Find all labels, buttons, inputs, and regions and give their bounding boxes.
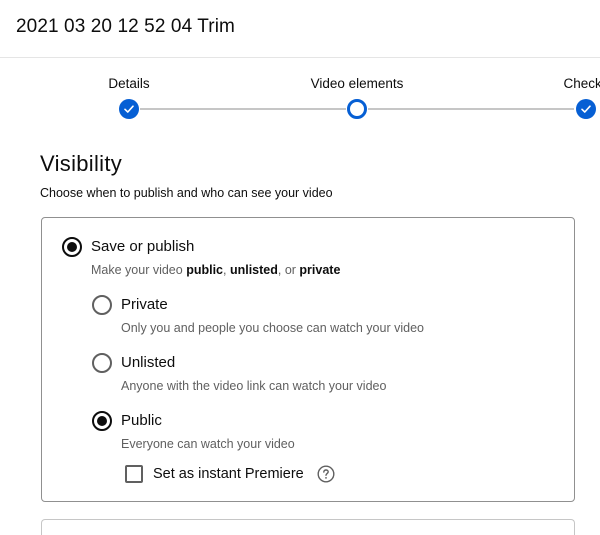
private-radio[interactable] [92, 295, 112, 315]
step-checks-check-icon[interactable] [576, 99, 596, 119]
desc-public: public [186, 263, 223, 277]
unlisted-radio[interactable] [92, 353, 112, 373]
step-label-details[interactable]: Details [108, 76, 149, 91]
step-label-checks[interactable]: Checks [563, 76, 600, 91]
instant-premiere-checkbox[interactable] [125, 465, 143, 483]
desc-private: private [299, 263, 341, 277]
step-connector [368, 108, 574, 110]
public-label[interactable]: Public [121, 412, 162, 429]
private-desc: Only you and people you choose can watch… [121, 321, 424, 335]
help-circle-icon[interactable] [317, 465, 335, 483]
save-or-publish-radio[interactable] [62, 237, 82, 257]
private-label[interactable]: Private [121, 296, 168, 313]
save-or-publish-card: Save or publish Make your video public, … [41, 217, 575, 502]
header: 2021 03 20 12 52 04 Trim [0, 0, 600, 58]
schedule-card[interactable] [41, 519, 575, 535]
desc-prefix: Make your video [91, 263, 187, 277]
step-details-check-icon[interactable] [119, 99, 139, 119]
step-connector [140, 108, 346, 110]
video-title: 2021 03 20 12 52 04 Trim [16, 16, 235, 37]
save-or-publish-label[interactable]: Save or publish [91, 238, 194, 255]
step-label-video-elements[interactable]: Video elements [311, 76, 404, 91]
instant-premiere-label[interactable]: Set as instant Premiere [153, 466, 304, 482]
visibility-title: Visibility [40, 151, 123, 176]
save-or-publish-desc: Make your video public, unlisted, or pri… [91, 263, 340, 277]
unlisted-desc: Anyone with the video link can watch you… [121, 379, 387, 393]
visibility-subtitle: Choose when to publish and who can see y… [40, 186, 333, 200]
public-desc: Everyone can watch your video [121, 437, 295, 451]
desc-unlisted: unlisted [229, 263, 278, 277]
desc-sep: , or [277, 263, 300, 277]
stepper: Details Video elements Checks [0, 58, 600, 128]
step-video-elements-current-icon[interactable] [347, 99, 367, 119]
public-radio[interactable] [92, 411, 112, 431]
unlisted-label[interactable]: Unlisted [121, 354, 175, 371]
desc-sep: , [223, 263, 230, 277]
